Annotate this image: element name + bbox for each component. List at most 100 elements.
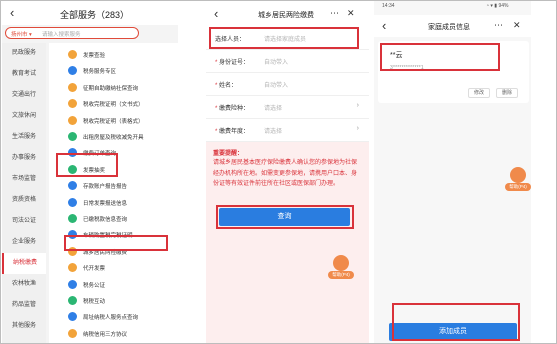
sidebar-item[interactable]: 民政服务 <box>2 43 46 64</box>
service-label: 日常发票报送信息 <box>83 200 128 207</box>
field-value[interactable]: 请选择家庭成员 <box>264 34 306 43</box>
service-list: 发票查验税务服务专区征期自助缴纳社保查询税收完税证明（文书式） 税收完税证明（表格… <box>49 43 178 343</box>
field-label-text: 缴费险种： <box>219 106 250 112</box>
page-title: 全部服务（283） <box>60 10 130 20</box>
sidebar-item[interactable]: 办事服务 <box>2 148 46 169</box>
sidebar-item[interactable]: 文旅休闲 <box>2 106 46 127</box>
service-icon <box>68 246 77 256</box>
sidebar-item[interactable]: 资质资格 <box>2 190 46 211</box>
service-label: 征期自助缴纳社保查询 <box>83 85 139 92</box>
service-label: 发票抽奖 <box>83 167 106 174</box>
query-button[interactable]: 查询 <box>219 208 350 226</box>
service-item[interactable]: 税务公证 <box>49 277 178 293</box>
service-item[interactable]: 局址纳税人服务点查询 <box>49 309 178 325</box>
sidebar-item[interactable]: 交通出行 <box>2 85 46 106</box>
more-icon[interactable]: ⋯ <box>330 9 339 18</box>
status-indicators: ◔ ▾ ▮ 94% <box>486 3 509 9</box>
service-item[interactable]: 税务服务专区 <box>49 63 178 79</box>
service-icon <box>68 66 77 76</box>
service-item[interactable]: 日常发票报送信息 <box>49 195 178 211</box>
sidebar-item[interactable]: 市场监管 <box>2 169 46 190</box>
field-label: 选择人员： <box>215 34 245 43</box>
important-notice: 重要提醒： 请城乡居民基本医疗保险缴费人确认您的参保地为社保经办机构所在地。如需… <box>206 142 369 343</box>
sidebar-item[interactable]: 教育考试 <box>2 64 46 85</box>
status-time: 14:34 <box>382 3 395 9</box>
field-value[interactable]: 自动带入 <box>264 80 288 89</box>
service-icon <box>68 99 77 109</box>
service-icon <box>68 50 77 59</box>
more-icon[interactable]: ⋯ <box>494 21 503 30</box>
all-services-screen: ‹ 全部服务（283） 扬州市 ▾ 请输入搜索服务 民政服务 教育考试 交通出行 文旅… <box>2 1 178 343</box>
field-label: * 缴费险种： <box>215 103 249 112</box>
service-item[interactable]: 征期自助缴纳社保查询 <box>49 80 178 96</box>
service-label: 税税互动 <box>83 299 106 305</box>
sidebar-item[interactable]: 农林牧渔 <box>2 274 46 295</box>
back-icon[interactable]: ‹ <box>10 6 14 19</box>
sidebar-item[interactable]: 其他服务 <box>2 316 46 337</box>
service-item[interactable]: 代开发票 <box>49 260 178 276</box>
close-icon[interactable]: ✕ <box>347 9 355 18</box>
service-item[interactable]: 存款账户报告报告 <box>49 178 178 194</box>
service-icon <box>68 164 77 174</box>
service-icon <box>68 230 77 240</box>
service-item[interactable]: 税税互动 <box>49 293 178 309</box>
service-label: 税务公证 <box>83 282 106 289</box>
add-member-button[interactable]: 添加成员 <box>389 323 517 341</box>
service-item[interactable]: 已缴税款信息查询 <box>49 211 178 227</box>
form-row[interactable]: 选择人员： 请选择家庭成员 › <box>206 27 369 50</box>
sidebar-item[interactable]: 药品监管 <box>2 295 46 316</box>
delete-button[interactable]: 删除 <box>496 88 518 98</box>
family-members-screen: 14:34 ◔ ▾ ▮ 94% ‹ 家庭成员信息 ⋯ ✕ **云 3******… <box>374 1 531 343</box>
service-item[interactable]: 税收完税证明（表格式） <box>49 113 178 129</box>
member-id-number: 3*************1 <box>390 65 424 71</box>
service-item[interactable]: 发票抽奖 <box>49 162 178 178</box>
service-label: 已缴税款信息查询 <box>83 217 128 223</box>
field-label: * 缴费年度： <box>215 126 249 135</box>
chevron-right-icon: › <box>356 33 359 40</box>
field-label-text: 缴费年度： <box>219 129 250 135</box>
city-selector[interactable]: 扬州市 ▾ <box>11 30 32 38</box>
sidebar-item[interactable]: 纳税缴费 <box>2 253 46 274</box>
back-icon[interactable]: ‹ <box>382 19 386 32</box>
field-value[interactable]: 自动带入 <box>264 57 288 66</box>
form-row[interactable]: * 姓名： 自动带入 <box>206 73 369 96</box>
header-bar: ‹ 城乡居民两险缴费 ⋯ ✕ <box>206 1 369 25</box>
service-label: 缴费订单查询 <box>83 151 117 158</box>
service-icon <box>68 132 77 141</box>
service-item[interactable]: 缴费订单查询 <box>49 145 178 161</box>
service-item[interactable]: 发票查验 <box>49 47 178 63</box>
sidebar-item[interactable]: 司法公证 <box>2 211 46 232</box>
service-label: 局址纳税人服务点查询 <box>83 315 139 322</box>
help-button[interactable]: 帮助(P4) <box>328 255 354 283</box>
form-row[interactable]: * 身份证号： 自动带入 <box>206 50 369 73</box>
service-label: 税务服务专区 <box>83 69 117 76</box>
field-label-text: 姓名： <box>219 83 238 89</box>
form-row[interactable]: * 缴费险种： 请选择 › <box>206 96 369 119</box>
service-item[interactable]: 税收完税证明（文书式） <box>49 96 178 112</box>
chevron-right-icon: › <box>356 125 359 132</box>
field-value[interactable]: 请选择 <box>264 126 282 135</box>
help-icon <box>333 255 349 271</box>
service-item[interactable]: 城乡居民两险缴费 <box>49 244 178 260</box>
field-value[interactable]: 请选择 <box>264 103 282 112</box>
sidebar-item[interactable]: 企业服务 <box>2 232 46 253</box>
search-bar[interactable]: 扬州市 ▾ 请输入搜索服务 <box>5 27 139 39</box>
service-icon <box>68 148 77 158</box>
help-button[interactable]: 帮助(P4) <box>505 167 531 195</box>
notice-text: 请城乡居民基本医疗保险缴费人确认您的参保地为社保经办机构所在地。如需变更参保地，… <box>213 160 358 187</box>
edit-button[interactable]: 修改 <box>468 88 490 98</box>
sidebar-item[interactable]: 生活服务 <box>2 127 46 148</box>
service-item[interactable]: 车辆购置税完税证明 <box>49 227 178 243</box>
service-label: 纳税信用三方协议 <box>83 331 128 338</box>
service-icon <box>68 296 77 305</box>
close-icon[interactable]: ✕ <box>513 21 521 30</box>
form-row[interactable]: * 缴费年度： 请选择 › <box>206 119 369 142</box>
service-icon <box>68 82 77 92</box>
service-item[interactable]: 出租房屋及税收减免开具 <box>49 129 178 145</box>
service-item[interactable]: 纳税信用三方协议 <box>49 326 178 342</box>
back-icon[interactable]: ‹ <box>214 7 218 20</box>
service-icon <box>68 263 77 273</box>
search-input[interactable]: 请输入搜索服务 <box>42 30 81 38</box>
field-label-text: 选择人员： <box>215 37 246 43</box>
member-card[interactable]: **云 3*************1 修改 删除 <box>378 41 529 103</box>
